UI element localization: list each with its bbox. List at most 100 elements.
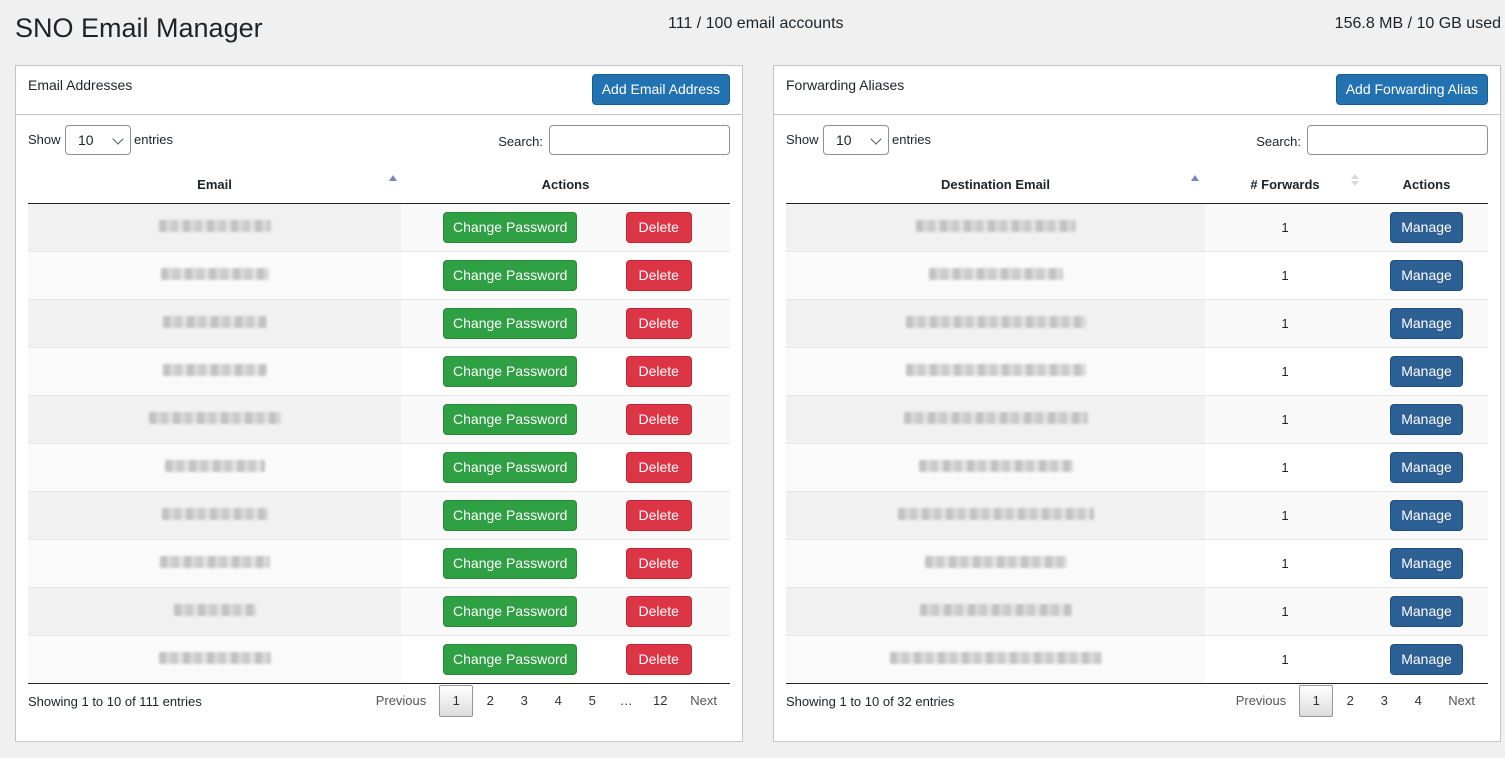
manage-button[interactable]: Manage [1390, 499, 1463, 531]
actions-cell: Change Password Delete [401, 203, 730, 251]
table-row: 1 Manage [786, 586, 1488, 635]
search-label: Search: [1256, 134, 1301, 149]
change-password-button[interactable]: Change Password [443, 355, 578, 387]
change-password-button[interactable]: Change Password [443, 403, 578, 435]
manage-button[interactable]: Manage [1390, 451, 1463, 483]
pagination-page[interactable]: 1 [1299, 685, 1334, 717]
actions-cell: Change Password Delete [401, 442, 730, 491]
column-header-destination-email[interactable]: Destination Email [786, 167, 1205, 204]
column-header-email[interactable]: Email [28, 167, 401, 204]
delete-button[interactable]: Delete [625, 451, 692, 483]
actions-cell: Manage [1365, 538, 1488, 587]
actions-cell: Change Password Delete [401, 346, 730, 395]
forwards-count: 1 [1205, 394, 1365, 443]
delete-button[interactable]: Delete [625, 211, 692, 243]
actions-cell: Manage [1365, 346, 1488, 395]
table-row: Change Password Delete [28, 250, 730, 299]
delete-button[interactable]: Delete [625, 403, 692, 435]
table-row: Change Password Delete [28, 490, 730, 539]
chevron-down-icon [112, 133, 124, 145]
email-cell [28, 538, 401, 587]
redacted-email [161, 507, 268, 520]
manage-button[interactable]: Manage [1390, 259, 1463, 291]
email-table: Email Actions Change Password Delete Chang… [28, 167, 730, 684]
pagination-next[interactable]: Next [1435, 685, 1488, 717]
pagination-previous[interactable]: Previous [363, 685, 440, 717]
change-password-button[interactable]: Change Password [443, 307, 578, 339]
storage-usage: 156.8 MB / 10 GB used [1334, 15, 1501, 32]
manage-button[interactable]: Manage [1390, 547, 1463, 579]
column-header-actions: Actions [401, 167, 730, 204]
pagination-page[interactable]: 3 [507, 685, 541, 717]
actions-cell: Change Password Delete [401, 538, 730, 587]
pagination-page[interactable]: 4 [541, 685, 575, 717]
redacted-email [173, 603, 256, 616]
search-input[interactable] [549, 125, 730, 155]
email-cell [28, 586, 401, 635]
actions-cell: Change Password Delete [401, 586, 730, 635]
forwards-count: 1 [1205, 538, 1365, 587]
table-controls: Show 10 entries Search: [774, 115, 1500, 165]
email-cell [28, 203, 401, 251]
change-password-button[interactable]: Change Password [443, 259, 578, 291]
manage-button[interactable]: Manage [1390, 355, 1463, 387]
pagination-page[interactable]: 5 [575, 685, 609, 717]
change-password-button[interactable]: Change Password [443, 595, 578, 627]
change-password-button[interactable]: Change Password [443, 547, 578, 579]
manage-button[interactable]: Manage [1390, 595, 1463, 627]
email-cell [28, 250, 401, 299]
pagination-page[interactable]: 3 [1367, 685, 1401, 717]
actions-cell: Change Password Delete [401, 250, 730, 299]
forwards-count: 1 [1205, 298, 1365, 347]
pagination-previous[interactable]: Previous [1223, 685, 1300, 717]
redacted-email [905, 363, 1086, 376]
manage-button[interactable]: Manage [1390, 643, 1463, 675]
change-password-button[interactable]: Change Password [443, 499, 578, 531]
pagination-page[interactable]: 2 [473, 685, 507, 717]
email-cell [28, 346, 401, 395]
change-password-button[interactable]: Change Password [443, 643, 578, 675]
destination-email-cell [786, 250, 1205, 299]
forwards-count: 1 [1205, 346, 1365, 395]
pagination-page[interactable]: 4 [1401, 685, 1435, 717]
search-input[interactable] [1307, 125, 1488, 155]
change-password-button[interactable]: Change Password [443, 211, 578, 243]
manage-button[interactable]: Manage [1390, 211, 1463, 243]
manage-button[interactable]: Manage [1390, 307, 1463, 339]
delete-button[interactable]: Delete [625, 595, 692, 627]
add-forwarding-alias-button[interactable]: Add Forwarding Alias [1335, 74, 1488, 105]
panel-header: Forwarding Aliases Add Forwarding Alias [774, 66, 1500, 115]
pagination-next[interactable]: Next [677, 685, 730, 717]
pagination: Previous 1 2 3 4 Next [1223, 685, 1488, 717]
destination-email-cell [786, 442, 1205, 491]
email-cell [28, 442, 401, 491]
change-password-button[interactable]: Change Password [443, 451, 578, 483]
table-row: Change Password Delete [28, 586, 730, 635]
manage-button[interactable]: Manage [1390, 403, 1463, 435]
actions-cell: Manage [1365, 442, 1488, 491]
delete-button[interactable]: Delete [625, 259, 692, 291]
table-row: 1 Manage [786, 490, 1488, 539]
entries-select[interactable]: 10 [65, 125, 131, 155]
delete-button[interactable]: Delete [625, 355, 692, 387]
delete-button[interactable]: Delete [625, 547, 692, 579]
redacted-email [160, 267, 269, 280]
redacted-email [903, 411, 1088, 424]
column-label: Email [197, 177, 232, 193]
pagination-page[interactable]: 2 [1333, 685, 1367, 717]
pagination-page[interactable]: 1 [439, 685, 474, 717]
redacted-email [915, 219, 1076, 232]
forwards-count: 1 [1205, 250, 1365, 299]
chevron-down-icon [870, 133, 882, 145]
email-cell [28, 394, 401, 443]
delete-button[interactable]: Delete [625, 499, 692, 531]
pagination-page[interactable]: 12 [643, 685, 677, 717]
table-row: 1 Manage [786, 538, 1488, 587]
delete-button[interactable]: Delete [625, 643, 692, 675]
redacted-email [924, 555, 1067, 568]
add-email-address-button[interactable]: Add Email Address [591, 74, 730, 105]
entries-select[interactable]: 10 [823, 125, 889, 155]
sort-ascending-icon [1191, 175, 1199, 181]
delete-button[interactable]: Delete [625, 307, 692, 339]
column-header-forwards[interactable]: # Forwards [1205, 167, 1365, 204]
